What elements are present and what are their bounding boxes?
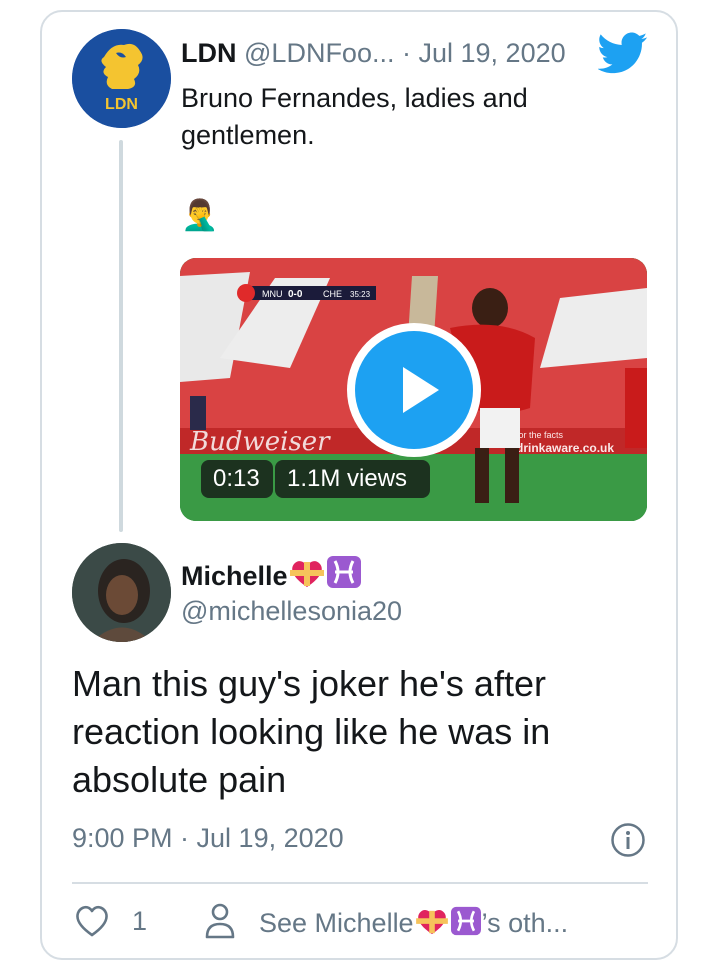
heart-ribbon-emoji: [414, 908, 450, 943]
person-icon[interactable]: [204, 902, 236, 940]
see-others-prefix[interactable]: See Michelle: [259, 908, 414, 938]
michelle-avatar[interactable]: [72, 543, 171, 642]
twitter-bird-icon[interactable]: [597, 32, 648, 76]
ad-budweiser: Budweiser: [189, 427, 331, 457]
score-value: 0-0: [288, 289, 303, 300]
reply-text: Man this guy's joker he's after reaction…: [72, 663, 551, 800]
info-icon[interactable]: [610, 822, 646, 858]
play-button[interactable]: [347, 323, 481, 457]
video-duration: 0:13: [201, 460, 273, 498]
ldn-avatar[interactable]: LDN: [72, 29, 171, 128]
score-home: MNU: [262, 289, 283, 299]
parent-display-name[interactable]: LDN: [181, 38, 237, 68]
video-views: 1.1M views: [275, 460, 430, 498]
reply-handle[interactable]: @michellesonia20: [181, 596, 402, 627]
thread-line: [119, 140, 123, 532]
ad-site-text: drinkaware.co.uk: [516, 441, 614, 455]
play-icon[interactable]: [355, 331, 473, 449]
header-separator: ·: [401, 38, 411, 68]
heart-ribbon-emoji: [288, 559, 326, 596]
parent-handle[interactable]: @LDNFoo...: [244, 38, 394, 68]
parent-tweet-header: LDN @LDNFoo... · Jul 19, 2020: [181, 38, 566, 69]
see-others-suffix[interactable]: ’s oth...: [482, 908, 569, 938]
scoreboard: MNU 0-0 CHE 35:23: [237, 284, 376, 302]
like-count: 1: [132, 906, 148, 936]
see-others-link[interactable]: See Michelle ’s oth...: [259, 906, 568, 943]
reply-display-name[interactable]: Michelle: [181, 561, 288, 591]
ad-small-text: for the facts: [516, 430, 564, 440]
score-away: CHE: [323, 289, 342, 299]
match-clock: 35:23: [350, 290, 371, 299]
reply-timestamp[interactable]: 9:00 PM · Jul 19, 2020: [72, 823, 344, 854]
pisces-emoji: [326, 555, 362, 596]
action-divider: [72, 882, 648, 884]
pisces-emoji: [450, 906, 482, 943]
reply-display-name-row[interactable]: Michelle: [181, 555, 362, 596]
parent-tweet-text: Bruno Fernandes, ladies and gentlemen.: [181, 83, 528, 150]
svg-text:LDN: LDN: [105, 96, 138, 113]
parent-date[interactable]: Jul 19, 2020: [419, 38, 566, 68]
facepalm-emoji: 🤦‍♂️: [181, 199, 219, 232]
heart-icon[interactable]: [74, 904, 110, 938]
